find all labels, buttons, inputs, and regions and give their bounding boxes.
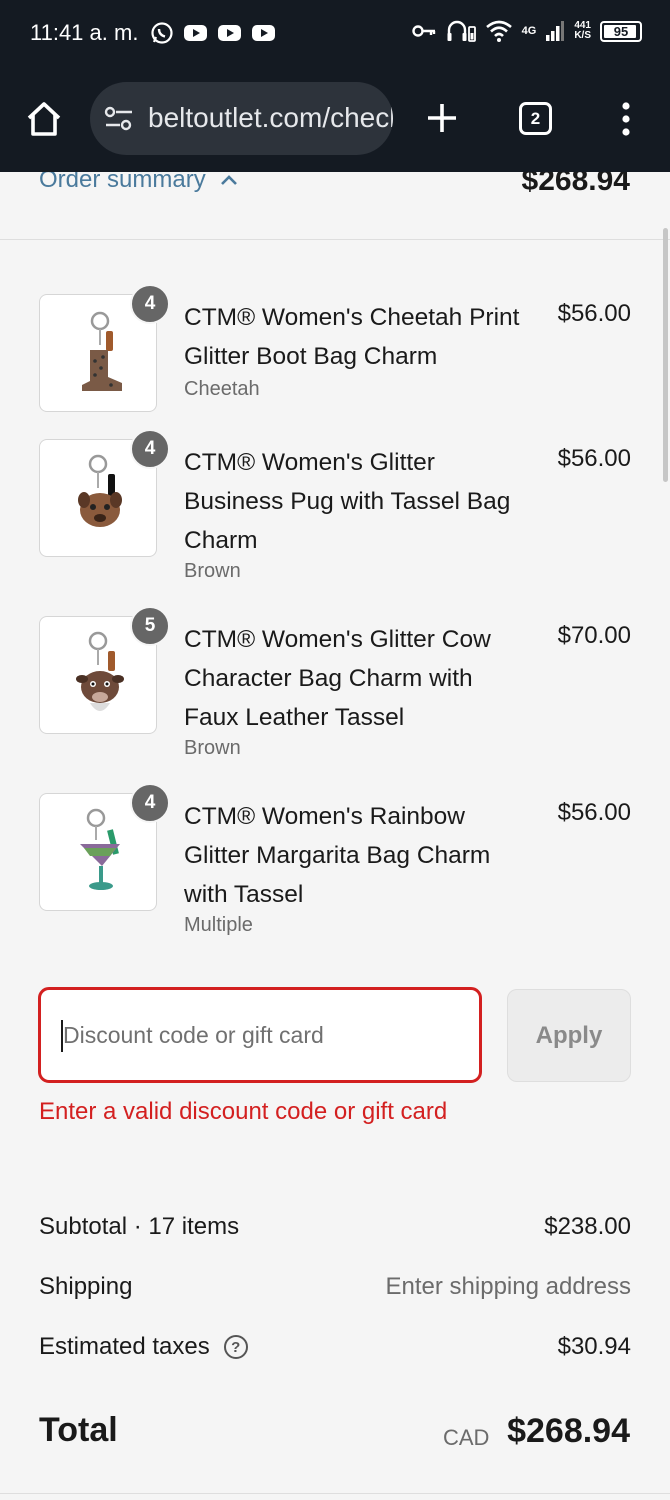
item-variant: Cheetah (184, 378, 260, 400)
taxes-row: Estimated taxes ? $30.94 (39, 1333, 631, 1373)
youtube-icon (184, 25, 207, 41)
item-title: CTM® Women's Rainbow Glitter Margarita B… (184, 803, 491, 908)
quantity-badge: 5 (130, 606, 170, 646)
shipping-value: Enter shipping address (385, 1273, 631, 1300)
item-variant: Brown (184, 560, 241, 582)
subtotal-value: $238.00 (544, 1213, 631, 1240)
item-price: $70.00 (557, 622, 631, 649)
shipping-label: Shipping (39, 1273, 133, 1300)
product-thumbnail: 4 (39, 429, 170, 557)
notification-icons (150, 21, 276, 45)
url-text: beltoutlet.com/checkout (148, 102, 393, 133)
divider (0, 1493, 670, 1494)
chevron-up-icon (220, 175, 237, 185)
line-item: 4 CTM® Women's Rainbow Glitter Margarita… (39, 783, 631, 936)
discount-error-message: Enter a valid discount code or gift card (39, 1098, 448, 1125)
status-bar: 11:41 a. m. 4G 441 K/S 95 (0, 0, 670, 68)
vpn-key-icon (411, 25, 435, 37)
line-item: 4 CTM® Women's Cheetah Print Glitter Boo… (39, 284, 631, 414)
site-settings-icon[interactable] (104, 106, 134, 132)
order-summary-total: $268.94 (521, 172, 630, 197)
network-type: 4G (521, 25, 537, 37)
network-speed: 441 K/S (574, 20, 591, 41)
wifi-icon (485, 20, 512, 42)
item-variant: Brown (184, 737, 241, 759)
signal-icon (546, 21, 565, 41)
more-menu-icon[interactable] (614, 101, 638, 137)
line-item: 5 CTM® Women's Glitter Cow Character Bag… (39, 606, 631, 759)
pug-charm-image (78, 454, 122, 527)
quantity-badge: 4 (130, 284, 170, 324)
apply-discount-button[interactable]: Apply (507, 989, 631, 1082)
page-scrollbar[interactable] (663, 228, 668, 482)
home-icon[interactable] (24, 99, 64, 139)
product-thumbnail: 5 (39, 606, 170, 734)
battery-level: 95 (613, 23, 629, 39)
item-variant: Multiple (184, 914, 253, 936)
order-summary-toggle[interactable]: Order summary (39, 172, 238, 194)
taxes-label: Estimated taxes (39, 1333, 210, 1360)
line-item: 4 CTM® Women's Glitter Business Pug with… (39, 429, 631, 582)
taxes-label-group: Estimated taxes ? (39, 1333, 248, 1361)
youtube-icon (218, 25, 241, 41)
margarita-charm-image (80, 808, 120, 890)
shipping-row: Shipping Enter shipping address (39, 1273, 631, 1313)
quantity-badge: 4 (130, 429, 170, 469)
status-time: 11:41 a. m. (30, 20, 139, 45)
subtotal-row: Subtotal · 17 items $238.00 (39, 1213, 631, 1253)
system-icons: 4G 441 K/S 95 (411, 18, 642, 44)
subtotal-label: Subtotal · 17 items (39, 1213, 240, 1240)
battery-icon: 95 (600, 20, 642, 42)
total-currency: CAD (443, 1425, 490, 1450)
item-price: $56.00 (557, 300, 631, 327)
order-summary-header: Order summary $268.94 (0, 172, 670, 240)
taxes-value: $30.94 (557, 1333, 631, 1360)
address-bar[interactable]: beltoutlet.com/checkout (90, 82, 393, 155)
boot-charm-image (82, 311, 122, 391)
new-tab-icon[interactable] (424, 100, 460, 136)
item-price: $56.00 (557, 799, 631, 826)
item-title: CTM® Women's Glitter Cow Character Bag C… (184, 626, 491, 731)
total-label: Total (39, 1411, 118, 1449)
order-summary-label: Order summary (39, 172, 206, 193)
quantity-badge: 4 (130, 783, 170, 823)
discount-code-input[interactable] (38, 987, 482, 1083)
item-title: CTM® Women's Glitter Business Pug with T… (184, 449, 511, 554)
item-price: $56.00 (557, 445, 631, 472)
help-icon[interactable]: ? (223, 1335, 248, 1359)
browser-toolbar: beltoutlet.com/checkout 2 (0, 68, 670, 172)
item-title: CTM® Women's Cheetah Print Glitter Boot … (184, 304, 520, 370)
product-thumbnail: 4 (39, 284, 170, 412)
text-cursor (61, 1020, 63, 1052)
headphones-battery-icon (447, 20, 476, 42)
product-thumbnail: 4 (39, 783, 170, 911)
tab-switcher-button[interactable]: 2 (519, 102, 552, 135)
whatsapp-icon (151, 22, 173, 44)
youtube-icon (252, 25, 275, 41)
total-amount: $268.94 (507, 1412, 630, 1450)
cow-charm-image (76, 631, 124, 711)
